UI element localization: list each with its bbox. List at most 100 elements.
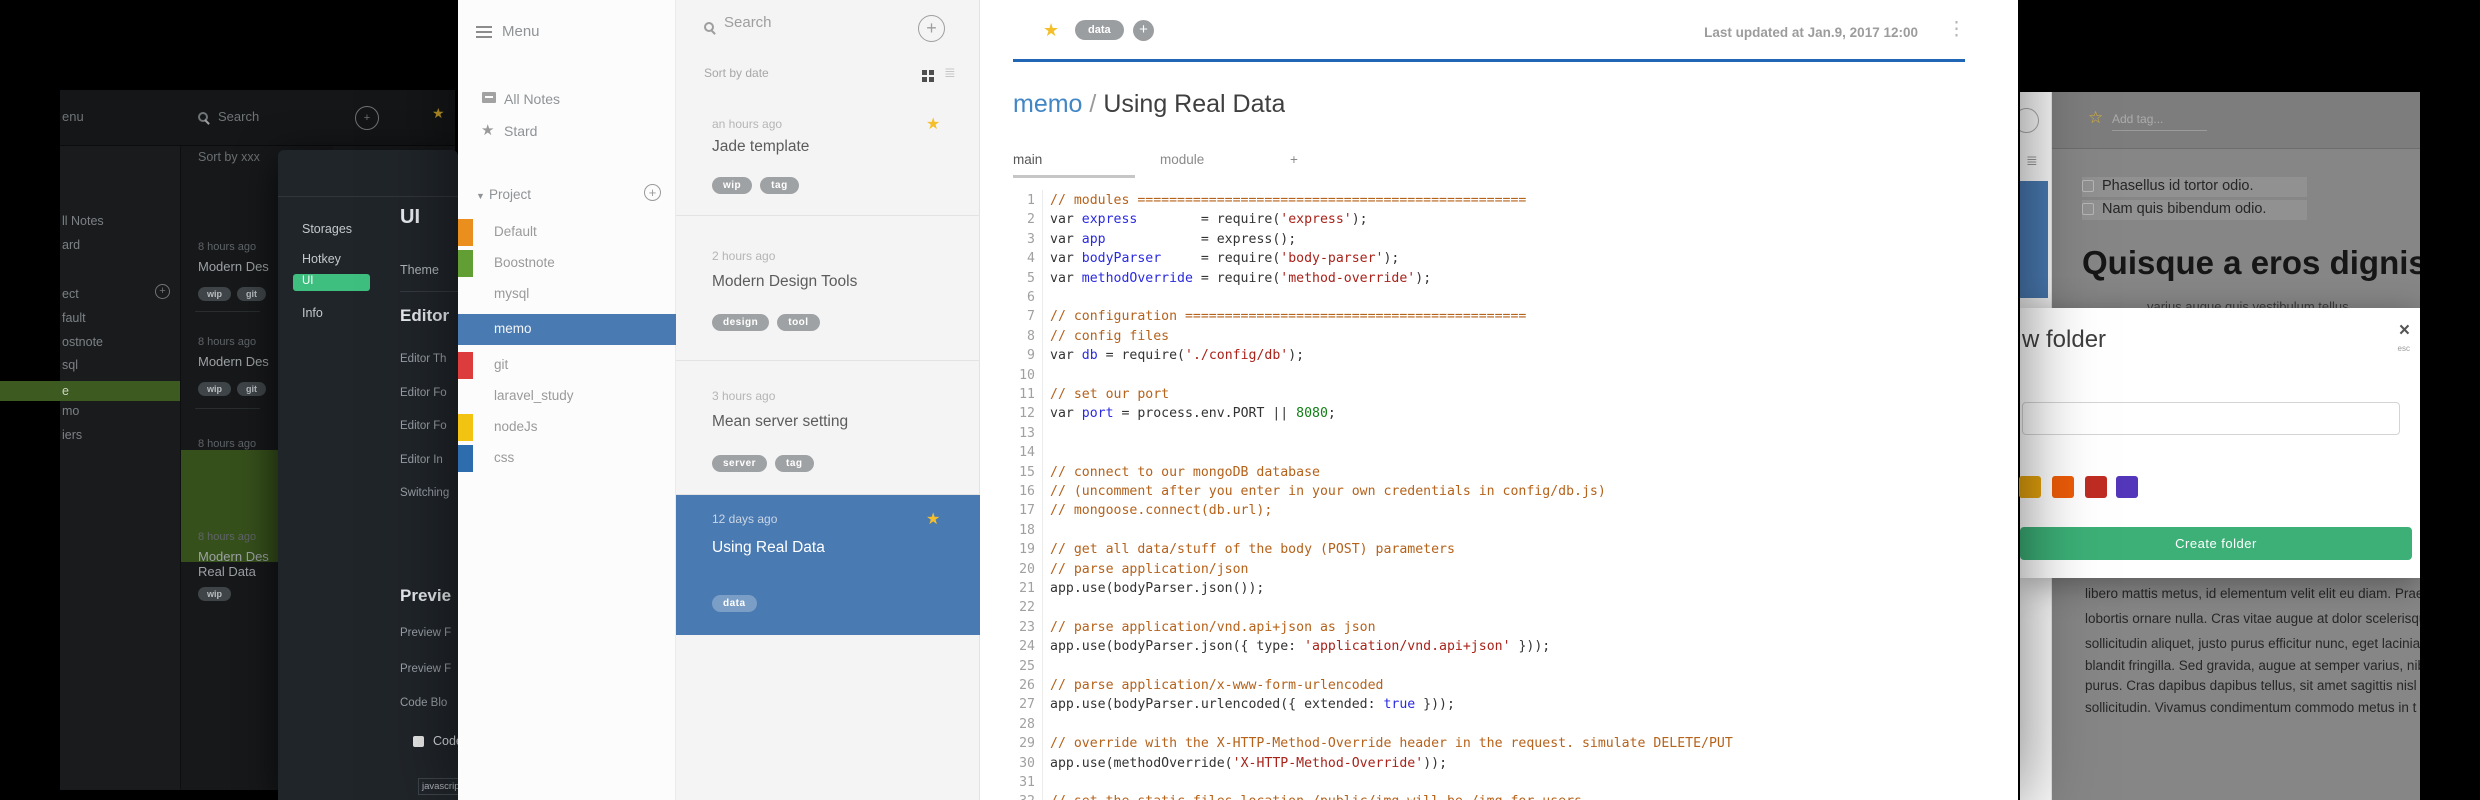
left-folder-iers[interactable]: iers <box>62 428 82 442</box>
star-icon[interactable]: ★ <box>432 105 445 122</box>
color-swatch[interactable] <box>2052 476 2074 498</box>
close-icon[interactable]: × <box>2399 320 2410 342</box>
left-folder-ostnote[interactable]: ostnote <box>62 335 103 349</box>
tab-+[interactable]: + <box>1290 152 1298 167</box>
left-search-input[interactable]: Search <box>218 109 259 124</box>
note-time: 2 hours ago <box>712 249 776 263</box>
grid-view-icon[interactable] <box>922 70 927 75</box>
code-line: 7 // configuration ======================… <box>980 309 2018 328</box>
add-tag-input[interactable]: Add tag... <box>2112 112 2207 131</box>
color-swatch[interactable] <box>2019 476 2041 498</box>
left-folder-mo[interactable]: mo <box>62 404 79 418</box>
code-token: // modules =============================… <box>1050 193 1527 208</box>
folder-label: memo <box>494 321 532 336</box>
color-swatch[interactable] <box>2085 476 2107 498</box>
code-token: app.use(bodyParser.urlencoded({ extended… <box>1050 697 1384 713</box>
checkbox[interactable] <box>2082 203 2094 215</box>
star-icon[interactable]: ★ <box>926 509 940 529</box>
folder-name-input[interactable] <box>2022 402 2400 435</box>
sidebar-folder-memo[interactable]: memo <box>458 314 676 345</box>
left-sort-label[interactable]: Sort by xxx <box>198 150 260 164</box>
hamburger-icon[interactable] <box>476 26 492 38</box>
sidebar-folder-css[interactable]: css <box>458 443 676 474</box>
left-folder-fault[interactable]: fault <box>62 311 86 325</box>
settings-nav-Storages[interactable]: Storages <box>302 222 352 236</box>
note-tag-badge[interactable]: data <box>1075 20 1124 40</box>
settings-preview-heading: Previe <box>400 586 452 605</box>
settings-item[interactable]: Preview F <box>400 663 451 675</box>
settings-item[interactable]: Code Blo <box>400 697 447 709</box>
note-list-item[interactable]: 3 hours ago Mean server setting server tag <box>676 361 980 495</box>
menu-label[interactable]: Menu <box>502 23 540 40</box>
code-token: // get all data/stuff of the body (POST)… <box>1050 542 1455 558</box>
tab-module[interactable]: module <box>1160 152 1204 167</box>
search-input[interactable]: Search <box>724 14 772 31</box>
all-notes-icon <box>482 92 496 103</box>
sidebar-folder-laravel_study[interactable]: laravel_study <box>458 381 676 412</box>
note-title-text[interactable]: Using Real Data <box>1103 90 1285 118</box>
settings-item[interactable]: Editor Th <box>400 353 446 365</box>
list-view-icon[interactable]: ≣ <box>2026 152 2038 169</box>
sort-by-label[interactable]: Sort by date <box>704 66 769 80</box>
add-folder-button[interactable]: + <box>644 184 661 201</box>
code-line: 29 // override with the X-HTTP-Method-Ove… <box>980 736 2018 755</box>
folder-color-bar <box>458 352 473 379</box>
note-list-item[interactable]: 2 hours ago Modern Design Tools design tool <box>676 216 980 361</box>
sidebar-item-starred[interactable]: Stard <box>504 123 537 139</box>
settings-nav-Info[interactable]: Info <box>302 306 323 320</box>
left-add-folder-button[interactable]: + <box>155 284 170 299</box>
left-new-note-button[interactable]: + <box>355 106 379 130</box>
checkbox[interactable] <box>2082 180 2094 192</box>
color-swatch[interactable] <box>2116 476 2138 498</box>
sidebar-folder-Boostnote[interactable]: Boostnote <box>458 248 676 279</box>
note-title: Modern Des <box>198 549 269 564</box>
star-icon[interactable]: ★ <box>1043 20 1059 41</box>
left-sidebar-project[interactable]: ect <box>62 287 79 301</box>
left-menu-label[interactable]: enu <box>62 109 84 124</box>
tag-pill: git <box>237 287 266 301</box>
settings-item[interactable]: Switching <box>400 487 449 499</box>
settings-code-theme-select[interactable]: javascrip <box>418 778 458 795</box>
code-token: = process.env.PORT || <box>1113 406 1297 422</box>
line-number: 7 <box>1027 309 1035 325</box>
settings-checkbox[interactable] <box>413 736 424 747</box>
kebab-menu-icon[interactable]: ⋮ <box>1947 18 1966 41</box>
create-folder-button[interactable]: Create folder <box>2020 527 2412 560</box>
left-sidebar-all-notes[interactable]: ll Notes <box>62 214 104 228</box>
sidebar-folder-Default[interactable]: Default <box>458 217 676 248</box>
left-folder-sql[interactable]: sql <box>62 358 78 372</box>
star-icon[interactable]: ★ <box>926 114 940 134</box>
project-tree-label[interactable]: Project <box>489 187 531 202</box>
add-tag-button[interactable]: + <box>1133 20 1154 41</box>
list-view-icon[interactable]: ≣ <box>944 64 956 81</box>
settings-nav-Hotkey[interactable]: Hotkey <box>302 252 341 266</box>
settings-item[interactable]: Editor Fo <box>400 387 447 399</box>
selected-note-strip[interactable] <box>2020 181 2048 298</box>
new-note-button[interactable] <box>2020 108 2039 133</box>
line-number: 28 <box>1019 716 1035 732</box>
note-list-item[interactable]: an hours ago ★ Jade template wip tag <box>676 105 980 216</box>
chevron-down-icon[interactable]: ▼ <box>476 191 485 201</box>
tab-main[interactable]: main <box>1013 152 1042 167</box>
settings-item[interactable]: Editor In <box>400 454 443 466</box>
code-line: 15 // connect to our mongoDB database <box>980 465 2018 484</box>
code-token: methodOverride <box>1081 270 1193 286</box>
settings-nav-UI[interactable]: UI <box>293 274 370 291</box>
sidebar-folder-git[interactable]: git <box>458 350 676 381</box>
code-token: 'X-HTTP-Method-Override' <box>1232 755 1424 771</box>
note-list-item[interactable]: 12 days ago ★ Using Real Data data <box>676 495 980 635</box>
settings-item[interactable]: Editor Fo <box>400 420 447 432</box>
sidebar-folder-mysql[interactable]: mysql <box>458 279 676 310</box>
breadcrumb-folder[interactable]: memo <box>1013 90 1082 118</box>
breadcrumb-separator: / <box>1082 90 1104 118</box>
sidebar-folder-nodeJs[interactable]: nodeJs <box>458 412 676 443</box>
settings-item[interactable]: Preview F <box>400 627 451 639</box>
line-number: 25 <box>1019 658 1035 674</box>
code-editor[interactable]: 1 // modules ============================… <box>980 190 2018 800</box>
left-sidebar-starred[interactable]: ard <box>62 238 80 252</box>
star-outline-icon[interactable]: ☆ <box>2088 108 2103 128</box>
new-note-button[interactable]: + <box>918 15 945 42</box>
sidebar-item-all-notes[interactable]: All Notes <box>504 91 560 107</box>
settings-theme-label: Theme <box>400 263 439 277</box>
code-line: 4 var bodyParser = require('body-parser')… <box>980 251 2018 270</box>
